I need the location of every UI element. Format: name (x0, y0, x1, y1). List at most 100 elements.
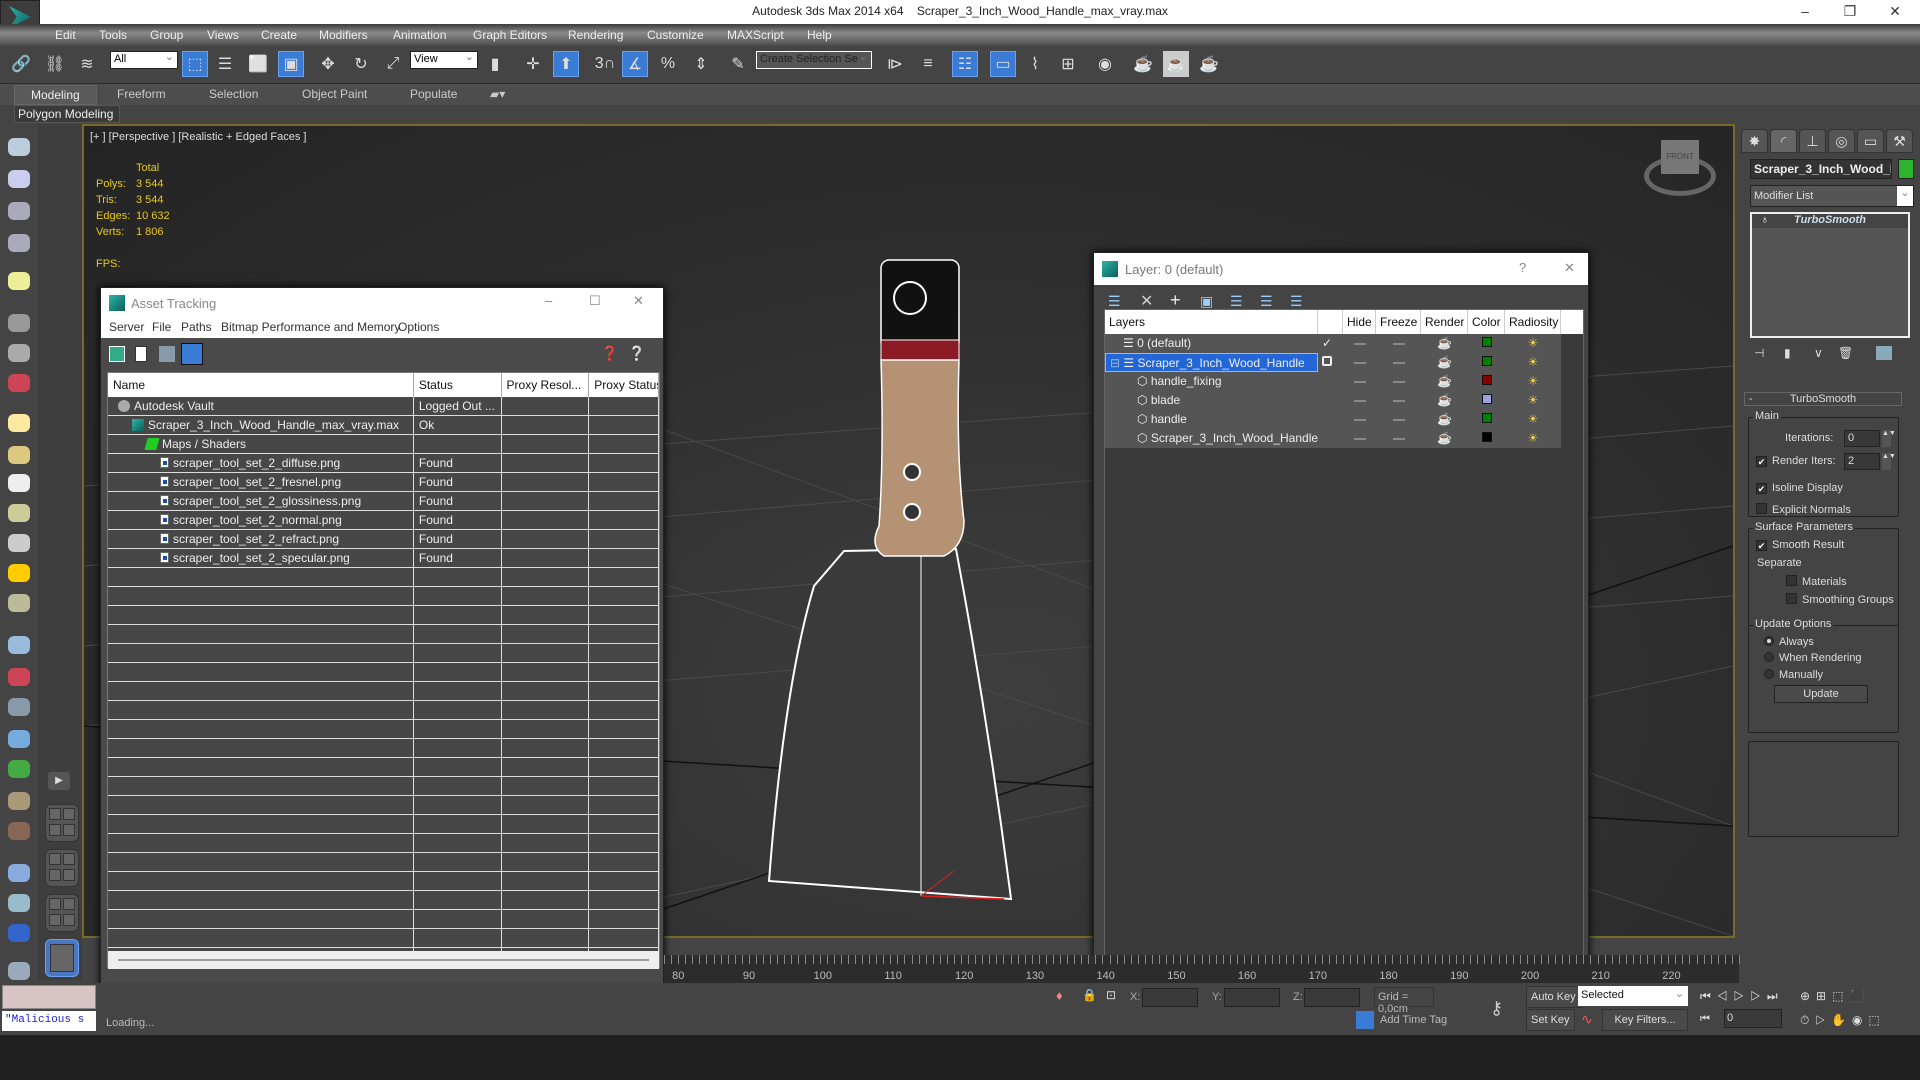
radiosity-icon[interactable]: ☀ (1505, 372, 1561, 391)
playback-controls[interactable]: ⏮◁▷▷⏭ (1700, 989, 1784, 1004)
mirror-icon[interactable]: ⧐ (882, 51, 908, 77)
camera-icon[interactable] (8, 314, 30, 332)
hide-toggle[interactable] (1343, 353, 1376, 372)
object-row[interactable]: ⬡ handle_fixing ☕ ☀ (1105, 372, 1561, 391)
layer-row[interactable]: ☰ 0 (default) ✓ ☕ ☀ (1105, 334, 1561, 353)
current-layer-toggle[interactable] (1318, 353, 1343, 372)
maxscript-input[interactable]: "Malicious s (2, 1011, 96, 1031)
smoothing-groups-checkbox[interactable]: Smoothing Groups (1786, 593, 1894, 606)
reference-coordinate-dropdown[interactable]: View (410, 50, 478, 69)
viewport-layout-4b-icon[interactable] (45, 849, 79, 887)
spot-light-icon[interactable] (8, 534, 30, 552)
link-icon[interactable]: 🔗 (8, 51, 34, 77)
hide-unhide-layers-icon[interactable]: ☰ (1260, 293, 1273, 310)
column-layers[interactable]: Layers (1105, 310, 1318, 334)
menu-group[interactable]: Group (150, 28, 183, 42)
menu-animation[interactable]: Animation (393, 28, 446, 42)
radiosity-icon[interactable]: ☀ (1505, 391, 1561, 410)
menu-customize[interactable]: Customize (647, 28, 704, 42)
angle-snap-icon[interactable]: ∡ (622, 51, 648, 77)
key-mode-dropdown[interactable]: Selected ⌄ (1578, 986, 1688, 1006)
freeze-toggle[interactable] (1376, 372, 1421, 391)
bind-space-warp-icon[interactable]: ≋ (74, 51, 100, 77)
render-toggle-icon[interactable]: ☕ (1421, 410, 1468, 429)
asset-row[interactable]: scraper_tool_set_2_refract.png Found (108, 530, 660, 549)
color-swatch[interactable] (1468, 391, 1505, 410)
material-browser-icon[interactable] (8, 894, 30, 912)
edit-named-selection-icon[interactable]: ✎ (725, 51, 751, 77)
column-proxy-status[interactable]: Proxy Status (589, 373, 660, 397)
menu-file[interactable]: File (152, 320, 171, 334)
area-light-icon[interactable] (8, 414, 30, 432)
import-icon[interactable] (8, 962, 30, 980)
asset-row[interactable]: scraper_tool_set_2_fresnel.png Found (108, 473, 660, 492)
unlink-icon[interactable]: ⛓ (42, 51, 68, 77)
selection-lock-icon[interactable]: 🔒 (1082, 988, 1097, 1002)
default-in-out-tangents-icon[interactable]: ∿ (1581, 1011, 1593, 1028)
render-region-icon[interactable] (8, 924, 30, 942)
motion-tab-icon[interactable]: ◎ (1828, 129, 1855, 153)
hide-toggle[interactable] (1343, 334, 1376, 353)
ribbon-panel-polygon-modeling[interactable]: Polygon Modeling (14, 105, 120, 123)
column-freeze[interactable]: Freeze (1376, 310, 1421, 334)
collapse-icon[interactable]: - (1749, 393, 1753, 405)
radiosity-icon[interactable]: ☀ (1505, 429, 1561, 448)
object-row[interactable]: ⬡ handle ☕ ☀ (1105, 410, 1561, 429)
minimize-button[interactable]: – (1785, 0, 1825, 24)
object-row[interactable]: ⬡ Scraper_3_Inch_Wood_Handle ☕ ☀ (1105, 429, 1561, 448)
curve-editor-icon[interactable]: ⌇ (1022, 51, 1048, 77)
select-by-name-icon[interactable]: ☰ (212, 51, 238, 77)
absolute-mode-icon[interactable]: ⊡ (1106, 988, 1116, 1002)
radiosity-icon[interactable]: ☀ (1505, 353, 1561, 372)
asset-row[interactable]: scraper_tool_set_2_specular.png Found (108, 549, 660, 568)
current-layer-toggle[interactable]: ✓ (1318, 334, 1343, 353)
column-hide[interactable]: Hide (1343, 310, 1376, 334)
menu-graph-editors[interactable]: Graph Editors (473, 28, 547, 42)
render-toggle-icon[interactable]: ☕ (1421, 391, 1468, 410)
ribbon-tab-populate[interactable]: Populate (410, 87, 457, 101)
menu-server[interactable]: Server (109, 320, 144, 334)
viewport-layout-4-icon[interactable] (45, 804, 79, 842)
freeze-toggle[interactable] (1376, 391, 1421, 410)
add-to-layer-icon[interactable]: + (1170, 290, 1181, 311)
color-swatch[interactable] (1468, 429, 1505, 448)
radio-always[interactable]: Always (1764, 636, 1814, 648)
render-toggle-icon[interactable]: ☕ (1421, 429, 1468, 448)
color-swatch[interactable] (1468, 353, 1505, 372)
list-icon[interactable] (8, 202, 30, 220)
align-icon[interactable]: ≡ (915, 51, 941, 77)
pivot-center-icon[interactable]: ▮ (482, 51, 508, 77)
hide-toggle[interactable] (1343, 372, 1376, 391)
hide-toggle[interactable] (1343, 410, 1376, 429)
render-toggle-icon[interactable]: ☕ (1421, 353, 1468, 372)
freeze-unfreeze-layers-icon[interactable]: ☰ (1290, 293, 1303, 310)
layer-manager-icon[interactable]: ☷ (952, 51, 978, 77)
time-tag-icon[interactable] (1356, 1011, 1374, 1029)
horizontal-scrollbar[interactable] (108, 951, 659, 969)
rendered-frame-window-icon[interactable]: ☕ (1163, 51, 1189, 77)
column-name[interactable]: Name (108, 373, 414, 397)
update-button[interactable]: Update (1774, 685, 1868, 703)
make-unique-icon[interactable]: ∨ (1814, 346, 1823, 360)
restore-button[interactable]: ❐ (1830, 0, 1870, 24)
explicit-normals-checkbox[interactable]: Explicit Normals (1756, 503, 1851, 516)
render-toggle-icon[interactable]: ☕ (1421, 372, 1468, 391)
video-camera-icon[interactable] (8, 374, 30, 392)
scene-explorer-icon[interactable]: ▭ (990, 51, 1016, 77)
tower-icon[interactable] (8, 698, 30, 716)
radiosity-icon[interactable]: ☀ (1505, 334, 1561, 353)
list-view-icon[interactable] (135, 346, 147, 362)
ribbon-tab-modeling[interactable]: Modeling (14, 85, 97, 105)
current-frame-field[interactable]: 0 (1724, 1009, 1782, 1028)
y-coordinate-field[interactable] (1224, 988, 1280, 1007)
column-current[interactable] (1318, 310, 1343, 334)
ribbon-tab-freeform[interactable]: Freeform (117, 87, 166, 101)
hierarchy-tab-icon[interactable]: ⊥ (1799, 129, 1826, 153)
lightbulb-icon[interactable]: ♁ (1760, 214, 1768, 226)
render-toggle-icon[interactable]: ☕ (1421, 334, 1468, 353)
track-bar[interactable]: 80 90 100 110 120 130 140 150 160 170 180 190 200 210… (664, 955, 1740, 983)
z-coordinate-field[interactable] (1304, 988, 1360, 1007)
render-window-icon[interactable] (8, 170, 30, 188)
select-objects-in-layer-icon[interactable]: ▣ (1200, 293, 1213, 310)
menu-help[interactable]: Help (807, 28, 832, 42)
